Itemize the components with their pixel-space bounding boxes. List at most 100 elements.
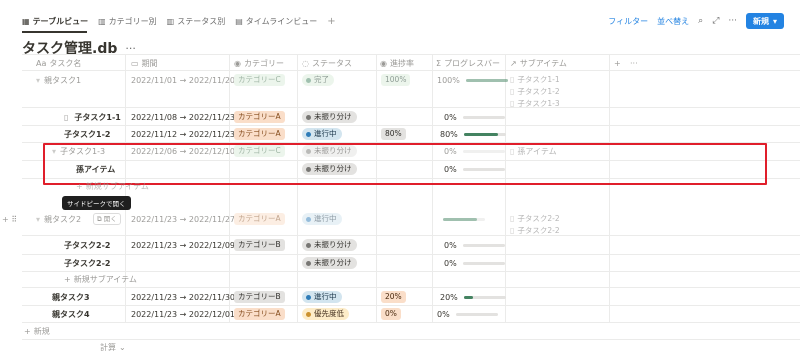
status-cell[interactable]: 進行中 — [302, 127, 342, 141]
category-cell[interactable]: カテゴリーB — [234, 290, 285, 304]
category-cell[interactable]: カテゴリーA — [234, 307, 285, 321]
progress-bar — [462, 243, 505, 247]
open-button[interactable]: ⧉ 開く — [93, 213, 121, 225]
progress-bar-fill — [463, 295, 473, 299]
col-category[interactable]: ◉ カテゴリー — [234, 56, 284, 70]
status-cell[interactable]: 優先度低 — [302, 307, 349, 321]
progress-cell[interactable]: 0% — [381, 307, 401, 321]
filter-button[interactable]: フィルター — [608, 16, 648, 27]
progress-bar — [465, 78, 508, 82]
expand-icon[interactable]: ⤢ — [712, 16, 719, 26]
category-cell[interactable]: カテゴリーA — [234, 212, 285, 226]
select-icon: ◉ — [234, 58, 241, 68]
sub-item[interactable]: ▯ 子タスク1-2 — [510, 86, 560, 97]
progress-bar-value: 100% — [437, 75, 460, 85]
category-cell[interactable]: カテゴリーA — [234, 127, 285, 141]
progress-bar-cell[interactable]: 0% — [444, 110, 505, 124]
progress-bar-cell[interactable] — [437, 212, 485, 226]
progress-bar-value: 0% — [437, 309, 450, 319]
add-view-icon[interactable]: + — [327, 16, 335, 27]
progress-bar-cell[interactable]: 20% — [440, 290, 506, 304]
progress-badge: 20% — [381, 291, 406, 303]
period-cell[interactable]: 2022/11/23 → 2022/12/09 — [131, 238, 235, 252]
tab-timeline[interactable]: ▤ タイムラインビュー — [235, 14, 317, 28]
status-badge: 未振り分け — [302, 257, 357, 269]
period-cell[interactable]: 2022/11/12 → 2022/11/23 — [131, 127, 235, 141]
col-progress[interactable]: ◉ 進捗率 — [380, 56, 414, 70]
sub-item[interactable]: ▯ 子タスク2-2 — [510, 213, 560, 224]
status-cell[interactable]: 進行中 — [302, 290, 342, 304]
task-name-cell[interactable]: ▾ 親タスク2 — [36, 212, 81, 226]
progress-bar-cell[interactable]: 80% — [440, 127, 506, 141]
new-row-button[interactable]: + 新規 — [24, 325, 50, 337]
sub-item[interactable]: ▯ 子タスク1-1 — [510, 74, 560, 85]
period-cell[interactable]: 2022/11/23 → 2022/12/01 — [131, 307, 235, 321]
progress-bar-cell[interactable]: 0% — [444, 256, 505, 270]
task-name-cell[interactable]: 親タスク4 — [52, 307, 90, 321]
category-tag: カテゴリーA — [234, 111, 285, 123]
category-cell[interactable]: カテゴリーA — [234, 110, 285, 124]
task-name-cell[interactable]: 子タスク1-2 — [64, 127, 110, 141]
col-divider — [609, 54, 610, 322]
period-cell[interactable]: 2022/11/23 → 2022/11/30 — [131, 290, 235, 304]
status-cell[interactable]: 未振り分け — [302, 256, 357, 270]
progress-cell[interactable]: 80% — [381, 127, 406, 141]
category-tag: カテゴリーB — [234, 291, 285, 303]
col-period[interactable]: ▭ 期間 — [131, 56, 158, 70]
category-tag: カテゴリーA — [234, 213, 285, 225]
progress-cell[interactable]: 20% — [381, 290, 406, 304]
more-columns-icon[interactable]: ··· — [630, 56, 638, 70]
status-cell[interactable]: 未振り分け — [302, 110, 357, 124]
sub-items-cell[interactable]: ▯ 子タスク2-2 ▯ 子タスク2-2 — [510, 213, 560, 236]
divider — [22, 322, 800, 323]
toggle-icon[interactable]: ▾ — [36, 76, 40, 85]
more-icon[interactable]: ··· — [728, 16, 737, 26]
category-cell[interactable]: カテゴリーB — [234, 238, 285, 252]
add-row-icon[interactable]: + ⠿ — [2, 212, 17, 226]
task-name-cell[interactable]: ▯ 子タスク1-1 — [64, 110, 121, 124]
toggle-icon[interactable]: ▾ — [36, 215, 40, 224]
period-cell[interactable]: 2022/11/01 → 2022/11/20 — [131, 73, 235, 87]
status-cell[interactable]: 完了 — [302, 73, 334, 87]
divider — [22, 235, 800, 236]
calendar-icon: ▭ — [131, 58, 139, 68]
progress-bar-cell[interactable]: 0% — [444, 238, 505, 252]
new-button[interactable]: 新規 ▾ — [745, 13, 784, 29]
category-tag: カテゴリーB — [234, 239, 285, 251]
task-name-cell[interactable]: 子タスク2-2 — [64, 238, 110, 252]
more-options-icon[interactable]: ··· — [125, 42, 136, 55]
task-name-cell[interactable]: 子タスク2-2 — [64, 256, 110, 270]
progress-bar-value: 80% — [440, 129, 458, 139]
col-divider — [376, 54, 377, 322]
sort-button[interactable]: 並べ替え — [657, 16, 689, 27]
new-sub-item-button[interactable]: + 新規サブアイテム — [76, 180, 149, 192]
col-progress-bar[interactable]: Σ プログレスバー — [436, 56, 500, 70]
task-name-cell[interactable]: 親タスク3 — [52, 290, 90, 304]
tab-category[interactable]: ▥ カテゴリー別 — [98, 14, 157, 28]
task-name-cell[interactable]: ▾ 親タスク1 — [36, 73, 81, 87]
category-cell[interactable]: カテゴリーC — [234, 73, 285, 87]
table-icon: ▦ — [22, 16, 30, 26]
status-cell[interactable]: 未振り分け — [302, 238, 357, 252]
new-sub-item-button[interactable]: + 新規サブアイテム — [64, 273, 137, 285]
page-title: タスク管理.db — [22, 41, 118, 57]
progress-bar-value: 0% — [444, 258, 457, 268]
view-tabs: ▦ テーブルビュー ▥ カテゴリー別 ▥ ステータス別 ▤ タイムラインビュー + — [22, 14, 336, 28]
progress-bar-fill — [463, 132, 498, 136]
col-status[interactable]: ◌ ステータス — [302, 56, 352, 70]
chevron-down-icon: ▾ — [772, 16, 777, 26]
period-cell[interactable]: 2022/11/08 → 2022/11/23 — [131, 110, 235, 124]
status-cell[interactable]: 進行中 — [302, 212, 342, 226]
col-task-name[interactable]: Aa タスク名 — [36, 56, 81, 70]
calculate-button[interactable]: 計算 ⌄ — [100, 341, 126, 353]
progress-bar-cell[interactable]: 0% — [437, 307, 498, 321]
period-cell[interactable]: 2022/11/23 → 2022/11/27 — [131, 212, 235, 226]
progress-cell[interactable]: 100% — [381, 73, 411, 87]
tab-status[interactable]: ▥ ステータス別 — [167, 14, 226, 28]
col-sub-items[interactable]: ↗ サブアイテム — [510, 56, 567, 70]
tab-table-view[interactable]: ▦ テーブルビュー — [22, 14, 88, 28]
add-column-icon[interactable]: + — [614, 56, 621, 70]
search-icon[interactable]: ⌕ — [698, 16, 703, 26]
sub-items-cell[interactable]: ▯ 子タスク1-1 ▯ 子タスク1-2 ▯ 子タスク1-3 — [510, 74, 560, 109]
progress-bar-cell[interactable]: 100% — [437, 73, 508, 87]
